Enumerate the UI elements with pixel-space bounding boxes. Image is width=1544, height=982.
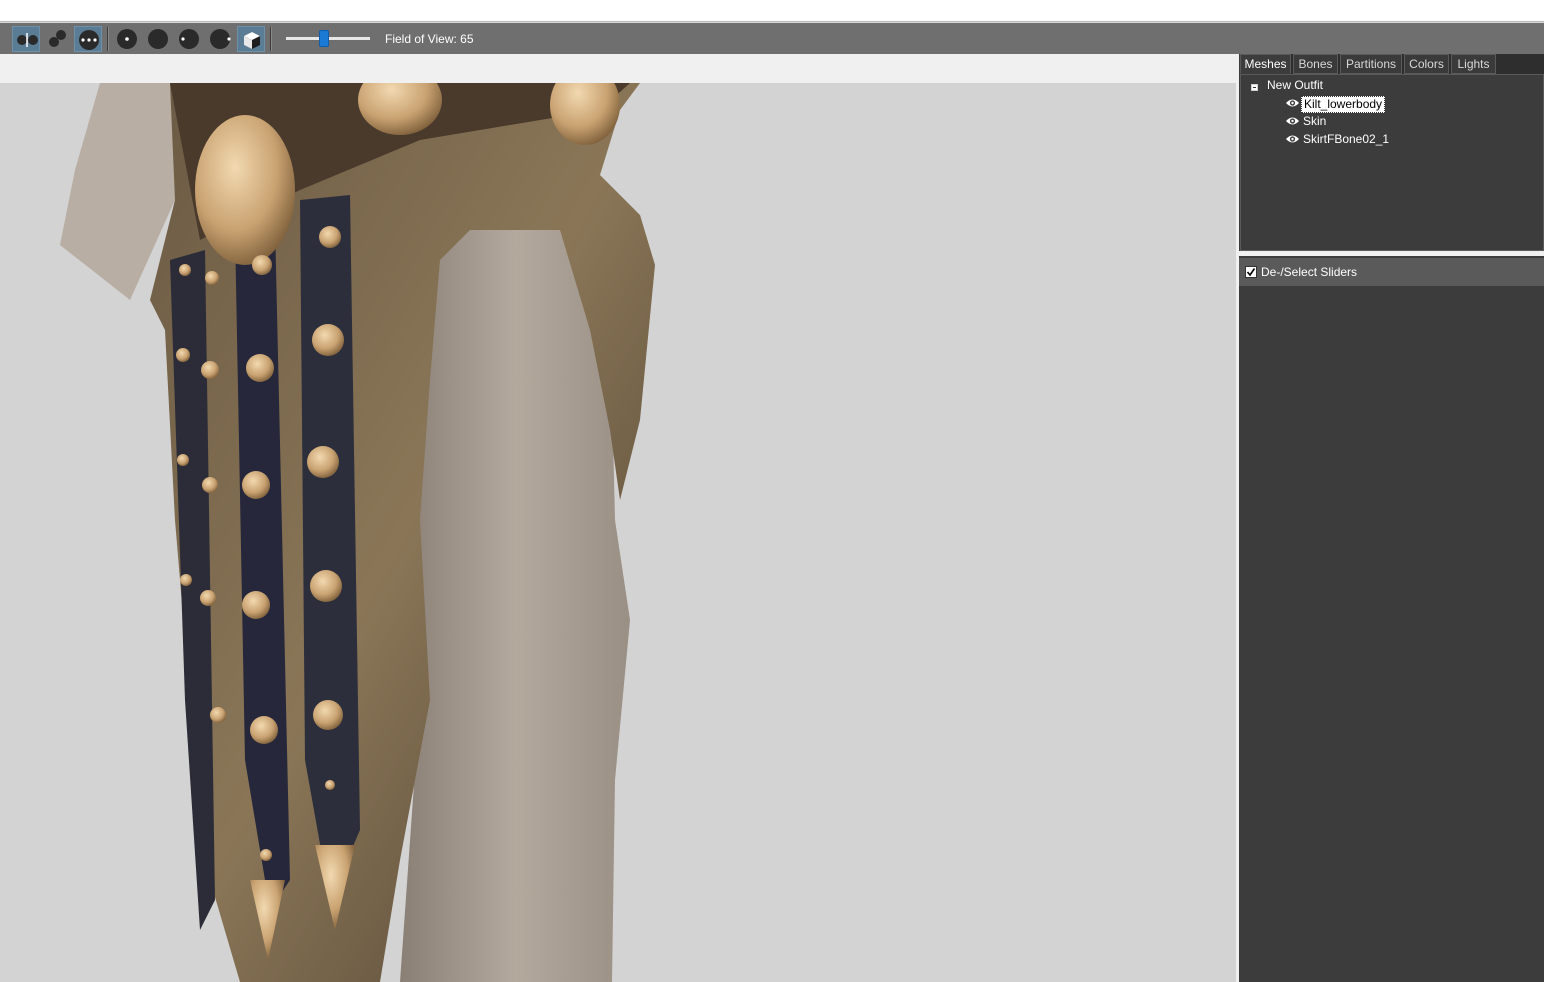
side-panel: Meshes Bones Partitions Colors Lights Ne… xyxy=(1239,54,1544,982)
brush-weight-icon[interactable] xyxy=(175,26,203,52)
mesh-render xyxy=(60,83,655,982)
tab-bones[interactable]: Bones xyxy=(1293,54,1338,74)
panel-tabs: Meshes Bones Partitions Colors Lights xyxy=(1240,54,1544,75)
fov-label: Field of View: 65 xyxy=(385,32,474,46)
eye-icon[interactable] xyxy=(1285,97,1300,109)
window-titlebar xyxy=(0,0,1544,22)
tree-item-label: SkirtFBone02_1 xyxy=(1303,132,1390,146)
viewport-header-strip xyxy=(0,54,1236,83)
cube-view-icon[interactable] xyxy=(237,26,265,52)
tree-root-outfit[interactable]: New Outfit xyxy=(1267,78,1323,92)
sliders-header: De-/Select Sliders xyxy=(1239,258,1544,286)
tab-partitions[interactable]: Partitions xyxy=(1340,54,1402,74)
tab-colors[interactable]: Colors xyxy=(1404,54,1449,74)
brush-deflate-icon[interactable] xyxy=(113,26,141,52)
eye-icon[interactable] xyxy=(1285,133,1300,145)
collapse-icon[interactable] xyxy=(1251,84,1258,91)
toolbar-separator xyxy=(107,27,109,51)
select-sliders-checkbox[interactable] xyxy=(1245,266,1257,278)
fov-slider-thumb[interactable] xyxy=(319,30,329,47)
toolbar-separator xyxy=(270,27,272,51)
tab-meshes[interactable]: Meshes xyxy=(1240,54,1291,74)
toolbar: Field of View: 65 xyxy=(0,22,1544,54)
select-sliders-label: De-/Select Sliders xyxy=(1261,265,1358,279)
brush-color-icon[interactable] xyxy=(206,26,234,52)
mesh-tree: New Outfit Kilt_lowerbody Skin SkirtFBon… xyxy=(1240,74,1544,251)
brush-move-icon[interactable] xyxy=(144,26,172,52)
tab-lights[interactable]: Lights xyxy=(1451,54,1496,74)
tree-item-label: Kilt_lowerbody xyxy=(1301,96,1386,113)
brush-smooth-icon[interactable] xyxy=(74,26,102,52)
checkmark-icon xyxy=(1246,268,1256,277)
panel-horizontal-splitter[interactable] xyxy=(1239,251,1544,256)
brush-mask-icon[interactable] xyxy=(12,26,40,52)
eye-icon[interactable] xyxy=(1285,115,1300,127)
3d-viewport[interactable] xyxy=(0,83,1236,982)
tree-item-label: Skin xyxy=(1303,114,1327,128)
brush-inflate-icon[interactable] xyxy=(43,26,71,52)
